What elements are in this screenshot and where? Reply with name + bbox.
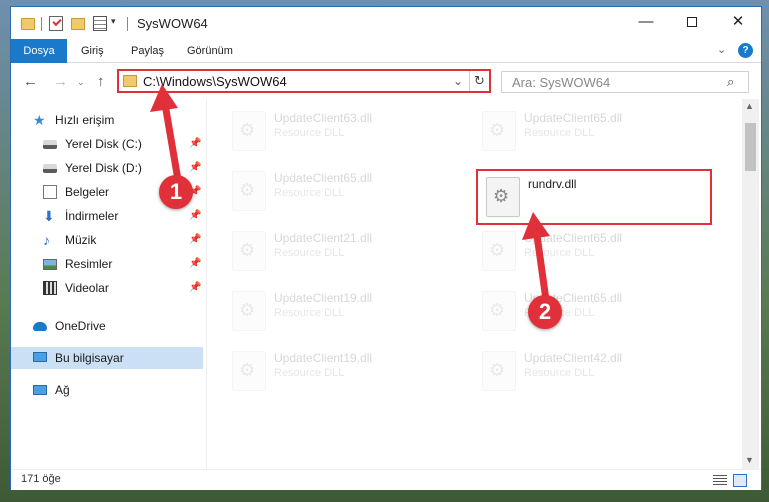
- arrow-2-head: [522, 212, 550, 240]
- arrow-1-head: [150, 84, 178, 112]
- arrow-1-shaft: [160, 94, 182, 184]
- step-marker-2: 2: [528, 295, 562, 329]
- arrow-2-shaft: [532, 224, 550, 304]
- annotation-arrows: [150, 84, 550, 304]
- step-marker-1: 1: [159, 175, 193, 209]
